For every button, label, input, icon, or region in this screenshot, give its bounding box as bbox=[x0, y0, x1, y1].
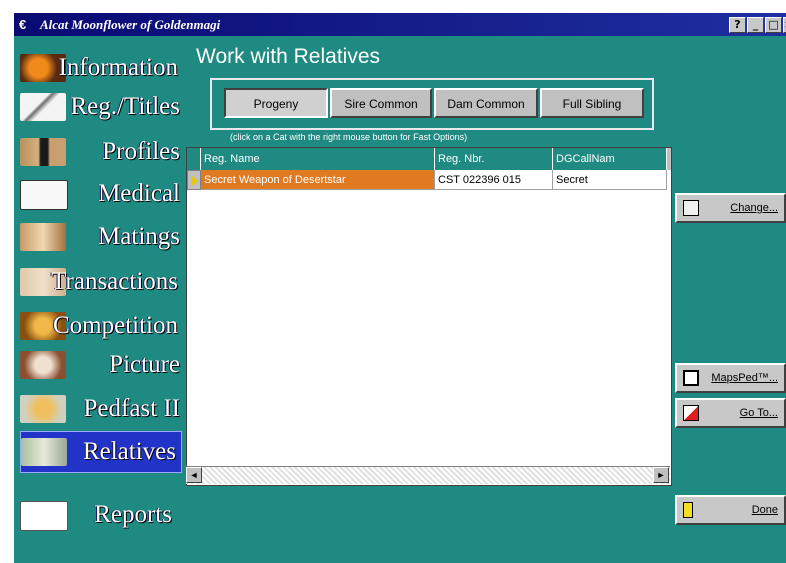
nav-item-matings[interactable]: Matings bbox=[20, 219, 180, 255]
minimize-button[interactable]: _ bbox=[747, 17, 764, 33]
nav-label-transactions: Transactions bbox=[51, 268, 178, 295]
nav-label-profiles: Profiles bbox=[102, 138, 180, 165]
app-window: € Alcat Moonflower of Goldenmagi ? _ □ ×… bbox=[14, 13, 786, 563]
nav-label-picture: Picture bbox=[109, 351, 180, 378]
mapsped-button[interactable]: MapsPed™... bbox=[675, 363, 786, 393]
goto-button-label: Go To... bbox=[739, 407, 778, 419]
change-button[interactable]: Change... bbox=[675, 193, 786, 223]
column-header-call-name[interactable]: DGCallNam bbox=[553, 148, 667, 170]
nav-item-transactions[interactable]: Transactions bbox=[20, 264, 180, 300]
pedigree-icon bbox=[683, 370, 699, 386]
nav-label-information: Information bbox=[58, 54, 178, 81]
done-button[interactable]: Done bbox=[675, 495, 786, 525]
done-button-label: Done bbox=[751, 504, 778, 516]
row-selector[interactable] bbox=[187, 170, 201, 190]
nav-label-matings: Matings bbox=[98, 223, 180, 250]
help-button[interactable]: ? bbox=[729, 17, 746, 33]
table-cell-call-name[interactable]: Secret bbox=[553, 170, 667, 190]
nav-label-reg-titles: Reg./Titles bbox=[70, 93, 180, 120]
nav-item-profiles[interactable]: Profiles bbox=[20, 134, 180, 170]
window-title: Alcat Moonflower of Goldenmagi bbox=[40, 17, 221, 32]
nav-item-reports[interactable]: Reports bbox=[20, 497, 180, 533]
edit-icon bbox=[683, 200, 699, 216]
cats-icon bbox=[20, 223, 66, 251]
nav-label-pedfast: Pedfast II bbox=[83, 395, 181, 422]
nav-label-relatives: Relatives bbox=[82, 438, 176, 465]
report-icon bbox=[20, 501, 68, 531]
nav-label-reports: Reports bbox=[94, 501, 172, 528]
column-header-reg-name[interactable]: Reg. Name bbox=[201, 148, 435, 170]
tab-progeny[interactable]: Progeny bbox=[224, 88, 328, 118]
pen-icon bbox=[20, 93, 66, 121]
maximize-button[interactable]: □ bbox=[765, 17, 782, 33]
page-title: Work with Relatives bbox=[196, 45, 380, 68]
nav-item-relatives[interactable]: Relatives bbox=[20, 431, 182, 473]
nav-item-picture[interactable]: Picture bbox=[20, 347, 180, 383]
column-header-reg-nbr[interactable]: Reg. Nbr. bbox=[435, 148, 553, 170]
exit-door-icon bbox=[683, 502, 693, 518]
title-bar[interactable]: € Alcat Moonflower of Goldenmagi ? _ □ bbox=[14, 13, 786, 36]
scroll-left-icon[interactable]: ◄ bbox=[186, 467, 202, 483]
nav-label-competition: Competition bbox=[53, 312, 178, 339]
nav-item-pedfast[interactable]: Pedfast II bbox=[20, 391, 180, 427]
goto-arrow-icon bbox=[683, 405, 699, 421]
table-cell-reg-name[interactable]: Secret Weapon of Desertstar bbox=[201, 170, 435, 190]
horizontal-scrollbar[interactable]: ◄ ► bbox=[186, 466, 670, 484]
black-cat-icon bbox=[20, 138, 66, 166]
pedestal-icon bbox=[20, 395, 66, 423]
nav-item-competition[interactable]: Competition bbox=[20, 308, 180, 344]
scrollbar-stub[interactable] bbox=[667, 148, 671, 170]
goto-button[interactable]: Go To... bbox=[675, 398, 786, 428]
change-button-label: Change... bbox=[730, 202, 778, 214]
nav-item-reg-titles[interactable]: Reg./Titles bbox=[20, 89, 180, 125]
tab-dam-common[interactable]: Dam Common bbox=[434, 88, 538, 118]
current-row-arrow-icon bbox=[191, 175, 198, 187]
fast-options-hint: (click on a Cat with the right mouse but… bbox=[230, 132, 468, 142]
relatives-table[interactable]: Reg. Name Reg. Nbr. DGCallNam Secret Wea… bbox=[186, 147, 672, 486]
family-icon bbox=[21, 438, 67, 466]
table-cell-reg-nbr[interactable]: CST 022396 015 bbox=[435, 170, 553, 190]
app-menu-icon[interactable]: € bbox=[19, 17, 26, 32]
nav-label-medical: Medical bbox=[98, 180, 180, 207]
caduceus-icon bbox=[20, 180, 68, 210]
relation-tab-group: Progeny Sire Common Dam Common Full Sibl… bbox=[210, 78, 654, 130]
cat-face-icon bbox=[20, 351, 66, 379]
nav-item-information[interactable]: Information bbox=[20, 50, 180, 86]
tab-sire-common[interactable]: Sire Common bbox=[330, 88, 432, 118]
mapsped-button-label: MapsPed™... bbox=[711, 372, 778, 384]
tab-full-sibling[interactable]: Full Sibling bbox=[540, 88, 644, 118]
nav-item-medical[interactable]: Medical bbox=[20, 176, 180, 212]
scroll-right-icon[interactable]: ► bbox=[653, 467, 669, 483]
row-header-corner bbox=[187, 148, 201, 170]
